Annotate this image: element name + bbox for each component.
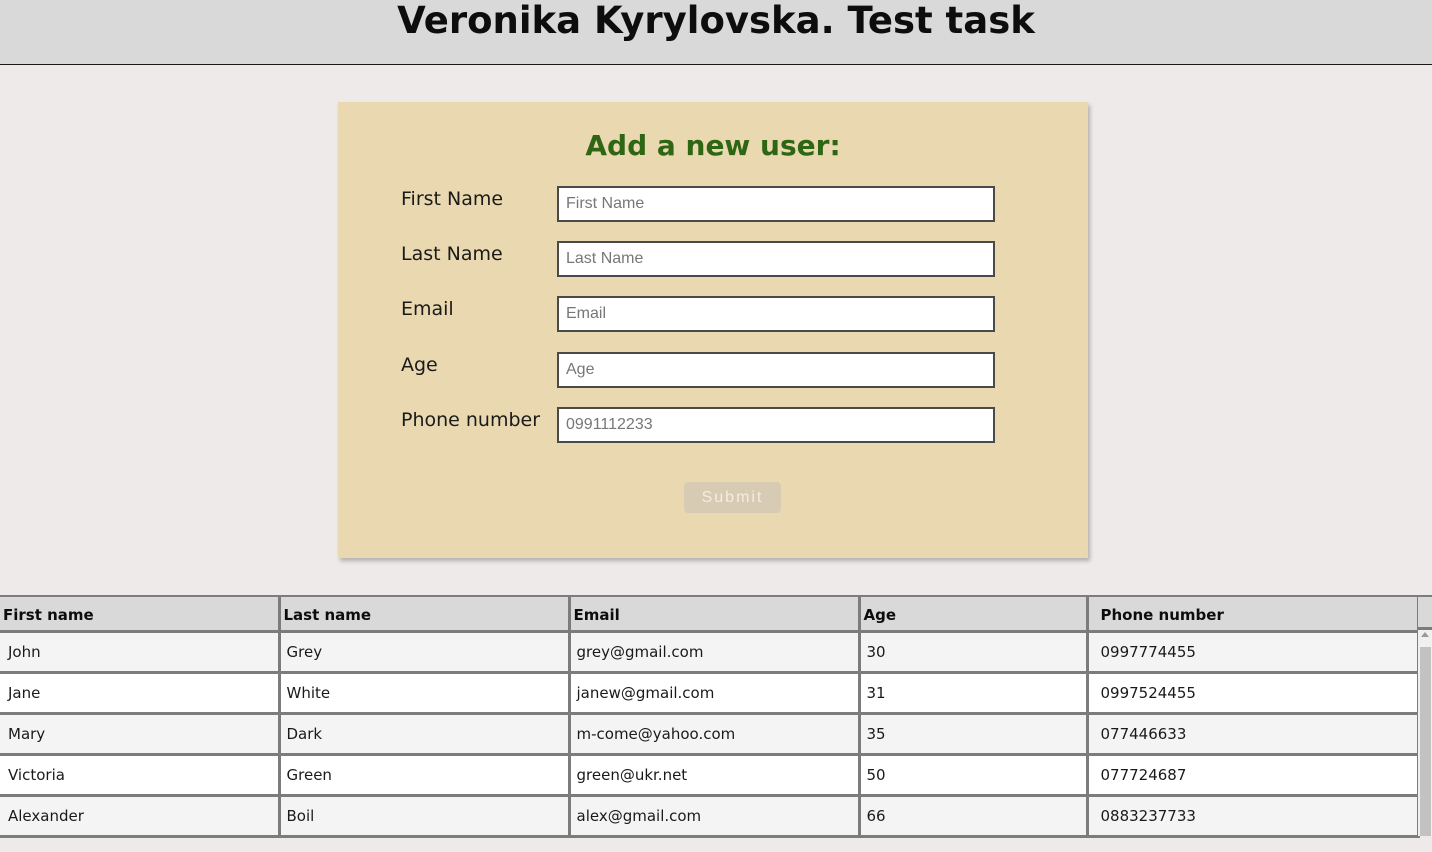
table-row: Mary Dark m-come@yahoo.com 35 077446633 [0, 711, 1420, 756]
table-row: Jane White janew@gmail.com 31 0997524455 [0, 670, 1420, 715]
scroll-up-arrow-icon[interactable] [1421, 632, 1429, 637]
column-header-first-name[interactable]: First name [0, 595, 281, 633]
table-scrollbar[interactable] [1418, 630, 1432, 836]
cell-phone: 0997524455 [1085, 670, 1420, 715]
cell-last-name: White [277, 670, 571, 715]
cell-phone: 0997774455 [1085, 629, 1420, 674]
phone-input[interactable] [557, 407, 995, 443]
cell-last-name: Grey [277, 629, 571, 674]
cell-age: 31 [857, 670, 1089, 715]
form-title: Add a new user: [585, 129, 841, 162]
email-label: Email [401, 298, 454, 320]
column-header-last-name[interactable]: Last name [277, 595, 571, 633]
table-row: Alexander Boil alex@gmail.com 66 0883237… [0, 793, 1420, 838]
last-name-input[interactable] [557, 241, 995, 277]
last-name-label: Last Name [401, 243, 503, 265]
phone-row: Phone number [338, 407, 1088, 443]
cell-age: 35 [857, 711, 1089, 756]
age-row: Age [338, 352, 1088, 388]
users-table-container: First name Last name Email Age Phone num… [0, 595, 1432, 838]
column-header-age[interactable]: Age [857, 595, 1089, 633]
cell-email: janew@gmail.com [567, 670, 861, 715]
submit-button[interactable]: Submit [684, 482, 781, 513]
cell-age: 66 [857, 793, 1089, 838]
cell-last-name: Boil [277, 793, 571, 838]
cell-age: 30 [857, 629, 1089, 674]
column-header-phone[interactable]: Phone number [1085, 595, 1420, 633]
cell-phone: 077446633 [1085, 711, 1420, 756]
cell-last-name: Green [277, 752, 571, 797]
table-header-row: First name Last name Email Age Phone num… [0, 595, 1420, 633]
cell-first-name: Jane [0, 670, 281, 715]
table-row: John Grey grey@gmail.com 30 0997774455 [0, 629, 1420, 674]
cell-last-name: Dark [277, 711, 571, 756]
column-header-email[interactable]: Email [567, 595, 861, 633]
first-name-input[interactable] [557, 186, 995, 222]
cell-first-name: Alexander [0, 793, 281, 838]
scrollbar-thumb[interactable] [1420, 647, 1431, 836]
cell-email: m-come@yahoo.com [567, 711, 861, 756]
cell-first-name: John [0, 629, 281, 674]
email-input[interactable] [557, 296, 995, 332]
age-input[interactable] [557, 352, 995, 388]
age-label: Age [401, 354, 438, 376]
cell-first-name: Victoria [0, 752, 281, 797]
phone-label: Phone number [401, 409, 541, 431]
cell-age: 50 [857, 752, 1089, 797]
page-header: Veronika Kyrylovska. Test task [0, 0, 1432, 65]
cell-phone: 0883237733 [1085, 793, 1420, 838]
table-row: Victoria Green green@ukr.net 50 07772468… [0, 752, 1420, 797]
first-name-label: First Name [401, 188, 504, 210]
cell-phone: 077724687 [1085, 752, 1420, 797]
cell-email: grey@gmail.com [567, 629, 861, 674]
add-user-form: Add a new user: First Name Last Name Ema… [338, 102, 1088, 558]
page-title: Veronika Kyrylovska. Test task [397, 0, 1035, 42]
cell-email: alex@gmail.com [567, 793, 861, 838]
table-header-filler [1418, 595, 1432, 630]
last-name-row: Last Name [338, 241, 1088, 277]
email-row: Email [338, 296, 1088, 332]
cell-email: green@ukr.net [567, 752, 861, 797]
cell-first-name: Mary [0, 711, 281, 756]
users-table: First name Last name Email Age Phone num… [0, 595, 1420, 838]
first-name-row: First Name [338, 186, 1088, 222]
